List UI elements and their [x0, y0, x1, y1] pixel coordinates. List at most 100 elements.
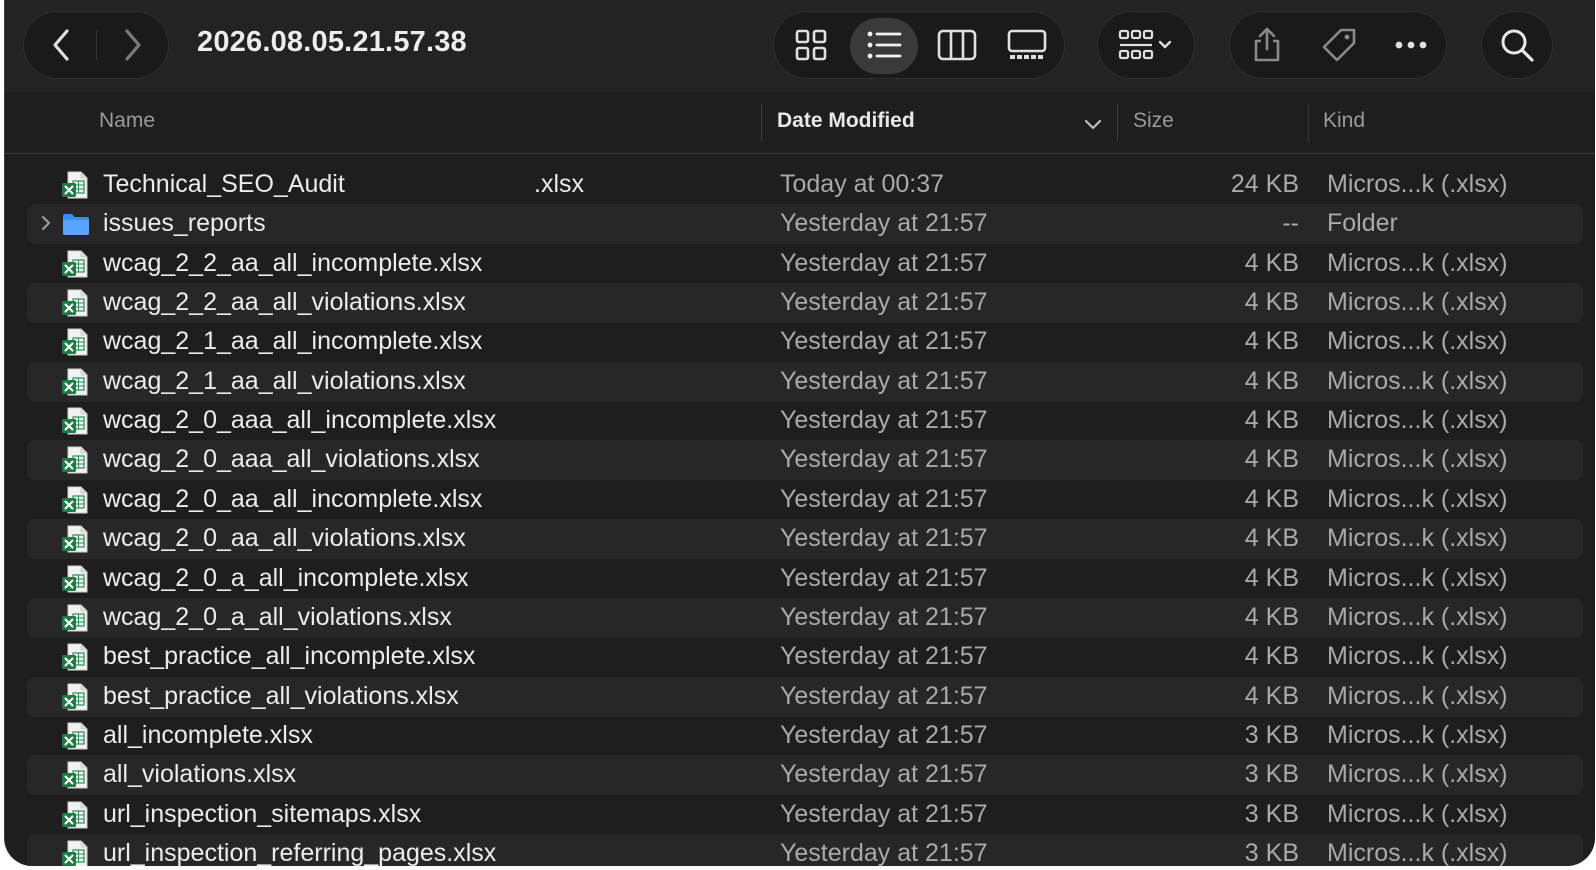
- navigation-group: [23, 11, 169, 79]
- file-row[interactable]: wcag_2_1_aa_all_violations.xlsx Yesterday…: [27, 361, 1583, 402]
- file-size: --: [1282, 209, 1299, 238]
- column-date-header[interactable]: Date Modified: [777, 109, 915, 133]
- excel-file-icon: [62, 565, 88, 592]
- file-row[interactable]: wcag_2_0_aaa_all_incomplete.xlsx Yesterda…: [27, 401, 1583, 441]
- column-view-button[interactable]: [924, 12, 990, 78]
- file-row[interactable]: wcag_2_0_aa_all_violations.xlsx Yesterday…: [27, 519, 1583, 560]
- share-button[interactable]: [1234, 12, 1300, 78]
- file-row[interactable]: wcag_2_0_aa_all_incomplete.xlsx Yesterday…: [27, 480, 1583, 520]
- column-name-header[interactable]: Name: [99, 109, 155, 133]
- file-name: best_practice_all_incomplete.xlsx: [103, 642, 476, 671]
- file-name: wcag_2_0_aa_all_violations.xlsx: [103, 524, 466, 553]
- file-kind: Micros...k (.xlsx): [1327, 288, 1508, 317]
- more-icon: [1395, 41, 1427, 49]
- file-kind: Micros...k (.xlsx): [1327, 366, 1508, 395]
- file-date-modified: Yesterday at 21:57: [780, 524, 988, 553]
- gallery-view-button[interactable]: [994, 12, 1060, 78]
- file-size: 4 KB: [1244, 366, 1299, 395]
- file-row[interactable]: all_violations.xlsx Yesterday at 21:57 3 K…: [27, 755, 1583, 796]
- file-size: 3 KB: [1244, 799, 1299, 828]
- file-size: 4 KB: [1244, 406, 1299, 435]
- file-size: 4 KB: [1244, 484, 1299, 513]
- file-name: wcag_2_1_aa_all_incomplete.xlsx: [103, 327, 483, 356]
- file-row[interactable]: wcag_2_0_a_all_violations.xlsx Yesterday …: [27, 597, 1583, 638]
- file-row[interactable]: best_practice_all_violations.xlsx Yesterd…: [27, 676, 1583, 717]
- file-name: wcag_2_0_aa_all_incomplete.xlsx: [103, 484, 483, 513]
- file-size: 4 KB: [1244, 445, 1299, 474]
- file-kind: Micros...k (.xlsx): [1327, 642, 1508, 671]
- file-date-modified: Yesterday at 21:57: [780, 406, 988, 435]
- nav-divider: [96, 30, 97, 60]
- folder-icon: [63, 214, 89, 236]
- file-size: 4 KB: [1244, 327, 1299, 356]
- column-kind-header[interactable]: Kind: [1323, 109, 1365, 133]
- file-name: all_incomplete.xlsx: [103, 720, 313, 749]
- column-separator[interactable]: [1117, 104, 1118, 142]
- folder-row[interactable]: issues_reports Yesterday at 21:57 -- Folder: [27, 204, 1583, 245]
- file-name: wcag_2_0_a_all_violations.xlsx: [103, 602, 452, 631]
- search-button[interactable]: [1484, 12, 1550, 78]
- actions-group: [1229, 11, 1447, 79]
- column-header: Name Date Modified Size Kind: [5, 92, 1595, 154]
- file-name: issues_reports: [103, 209, 266, 238]
- file-row[interactable]: wcag_2_1_aa_all_incomplete.xlsx Yesterday…: [27, 322, 1583, 362]
- file-kind: Micros...k (.xlsx): [1327, 524, 1508, 553]
- share-icon: [1254, 27, 1280, 62]
- file-date-modified: Today at 00:37: [780, 170, 945, 198]
- file-kind: Micros...k (.xlsx): [1327, 720, 1508, 749]
- forward-button[interactable]: [100, 12, 166, 78]
- file-kind: Micros...k (.xlsx): [1327, 248, 1508, 277]
- column-size-header[interactable]: Size: [1133, 109, 1174, 133]
- file-date-modified: Yesterday at 21:57: [780, 209, 988, 238]
- file-name-suffix: .xlsx: [534, 170, 584, 198]
- more-button[interactable]: [1378, 12, 1444, 78]
- excel-file-icon: [62, 171, 88, 199]
- gallery-view-icon: [1007, 29, 1047, 59]
- file-kind: Micros...k (.xlsx): [1327, 681, 1508, 710]
- file-name: Technical_SEO_Audit: [103, 170, 345, 198]
- file-row[interactable]: all_incomplete.xlsx Yesterday at 21:57 3 K…: [27, 716, 1583, 756]
- back-button[interactable]: [28, 12, 94, 78]
- file-date-modified: Yesterday at 21:57: [780, 720, 988, 749]
- file-name: all_violations.xlsx: [103, 760, 297, 789]
- group-by-control: [1097, 11, 1195, 79]
- sort-chevron-down-icon[interactable]: [1084, 118, 1102, 130]
- excel-file-icon: [62, 407, 88, 435]
- file-kind: Micros...k (.xlsx): [1327, 406, 1508, 435]
- file-name: wcag_2_1_aa_all_violations.xlsx: [103, 366, 466, 395]
- group-by-button[interactable]: [1104, 12, 1190, 78]
- list-view-button[interactable]: [851, 12, 917, 78]
- column-separator[interactable]: [761, 104, 762, 142]
- file-name: wcag_2_0_aaa_all_incomplete.xlsx: [103, 406, 497, 435]
- column-view-icon: [937, 29, 977, 61]
- file-size: 3 KB: [1244, 838, 1299, 866]
- disclosure-chevron-right-icon[interactable]: [39, 214, 53, 232]
- file-row[interactable]: wcag_2_0_a_all_incomplete.xlsx Yesterday …: [27, 559, 1583, 599]
- file-row[interactable]: Technical_SEO_Audit .xlsx Today at 00:37 24…: [27, 165, 1583, 205]
- file-name: wcag_2_2_aa_all_incomplete.xlsx: [103, 248, 483, 277]
- icon-view-button[interactable]: [778, 12, 844, 78]
- group-by-icon: [1118, 29, 1172, 60]
- file-size: 4 KB: [1244, 288, 1299, 317]
- file-name: wcag_2_2_aa_all_violations.xlsx: [103, 288, 466, 317]
- excel-file-icon: [62, 801, 88, 829]
- file-kind: Micros...k (.xlsx): [1327, 563, 1508, 592]
- file-date-modified: Yesterday at 21:57: [780, 288, 988, 317]
- excel-file-icon: [62, 486, 88, 514]
- excel-file-icon: [62, 643, 88, 671]
- excel-file-icon: [62, 525, 88, 553]
- column-separator[interactable]: [1308, 104, 1309, 142]
- file-name: url_inspection_sitemaps.xlsx: [103, 799, 422, 828]
- file-row[interactable]: wcag_2_2_aa_all_violations.xlsx Yesterday…: [27, 283, 1583, 324]
- file-kind: Micros...k (.xlsx): [1327, 327, 1508, 356]
- file-date-modified: Yesterday at 21:57: [780, 642, 988, 671]
- excel-file-icon: [62, 368, 88, 396]
- excel-file-icon: [62, 840, 88, 866]
- file-row[interactable]: best_practice_all_incomplete.xlsx Yesterd…: [27, 637, 1583, 677]
- file-row[interactable]: url_inspection_sitemaps.xlsx Yesterday at…: [27, 795, 1583, 835]
- file-row[interactable]: wcag_2_2_aa_all_incomplete.xlsx Yesterday…: [27, 244, 1583, 284]
- file-row[interactable]: wcag_2_0_aaa_all_violations.xlsx Yesterda…: [27, 440, 1583, 481]
- file-row[interactable]: url_inspection_referring_pages.xlsx Yeste…: [27, 833, 1583, 866]
- tag-button[interactable]: [1306, 12, 1372, 78]
- excel-file-icon: [62, 722, 88, 750]
